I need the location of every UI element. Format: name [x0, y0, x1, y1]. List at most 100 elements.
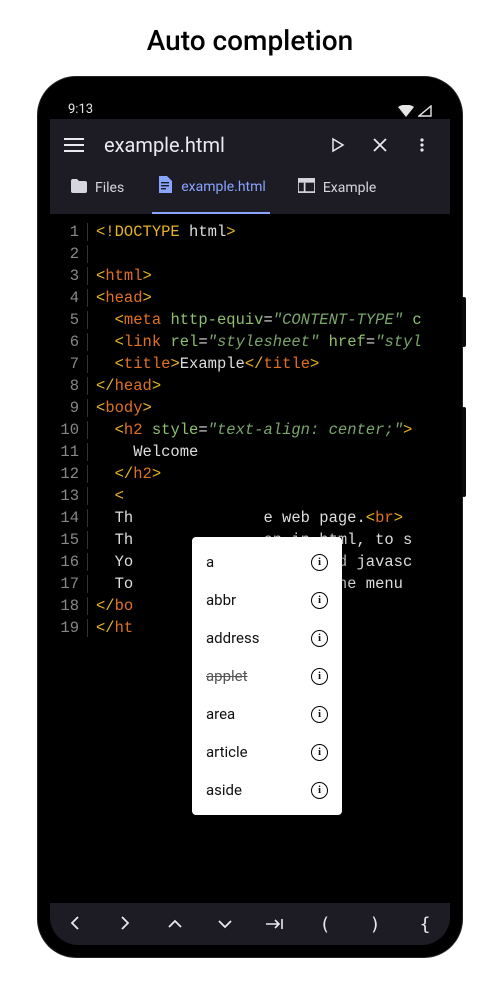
- menu-icon[interactable]: [64, 138, 84, 152]
- info-icon[interactable]: i: [311, 706, 328, 723]
- code-content: <body>: [88, 399, 152, 417]
- code-line[interactable]: 9<body>: [50, 397, 450, 419]
- tab-example[interactable]: example.html: [152, 171, 270, 214]
- autocomplete-label: address: [206, 629, 259, 647]
- app-title: example.html: [104, 133, 225, 157]
- line-number: 5: [50, 311, 88, 329]
- line-number: 15: [50, 531, 88, 549]
- info-icon[interactable]: i: [311, 782, 328, 799]
- tab-label: Example: [323, 180, 376, 196]
- code-line[interactable]: 5 <meta http-equiv="CONTENT-TYPE" c: [50, 309, 450, 331]
- code-line[interactable]: 2: [50, 243, 450, 265]
- info-icon[interactable]: i: [311, 668, 328, 685]
- code-content: <title>Example</title>: [88, 355, 319, 373]
- tab-preview[interactable]: Example: [294, 171, 380, 214]
- symbol-key[interactable]: [105, 914, 145, 935]
- code-content: </ht: [88, 619, 133, 637]
- close-icon: [372, 137, 388, 153]
- more-vertical-icon: [414, 137, 430, 153]
- autocomplete-item[interactable]: appleti: [192, 657, 342, 695]
- code-line[interactable]: 8</head>: [50, 375, 450, 397]
- code-editor[interactable]: 1<!DOCTYPE html>23<html>4<head>5 <meta h…: [50, 215, 450, 903]
- line-number: 18: [50, 597, 88, 615]
- symbol-key[interactable]: [155, 914, 195, 935]
- code-content: Th e web page.<br>: [88, 509, 403, 527]
- code-content: </head>: [88, 377, 161, 395]
- chevron-left-icon: [69, 916, 81, 930]
- symbol-key[interactable]: ): [355, 914, 395, 935]
- tab-icon: [265, 918, 285, 930]
- symbol-key[interactable]: [205, 914, 245, 935]
- code-line[interactable]: 7 <title>Example</title>: [50, 353, 450, 375]
- code-line[interactable]: 3<html>: [50, 265, 450, 287]
- autocomplete-item[interactable]: area i: [192, 695, 342, 733]
- code-content: <h2 style="text-align: center;">: [88, 421, 412, 439]
- autocomplete-label: abbr: [206, 591, 236, 609]
- status-bar: 9:13: [50, 89, 450, 119]
- line-number: 19: [50, 619, 88, 637]
- play-icon: [330, 137, 346, 153]
- preview-icon: [298, 177, 315, 198]
- code-content: </h2>: [88, 465, 161, 483]
- tab-files[interactable]: Files: [66, 171, 128, 214]
- info-icon[interactable]: i: [311, 744, 328, 761]
- line-number: 9: [50, 399, 88, 417]
- info-icon[interactable]: i: [311, 554, 328, 571]
- symbol-key[interactable]: [255, 914, 295, 935]
- info-icon[interactable]: i: [311, 630, 328, 647]
- line-number: 8: [50, 377, 88, 395]
- line-number: 14: [50, 509, 88, 527]
- code-content: </bo: [88, 597, 133, 615]
- autocomplete-popup: aiabbriaddressiappletiareaiarticleiaside…: [192, 537, 342, 815]
- autocomplete-item[interactable]: aside i: [192, 771, 342, 809]
- code-line[interactable]: 14 Th e web page.<br>: [50, 507, 450, 529]
- line-number: 16: [50, 553, 88, 571]
- symbol-key[interactable]: {: [405, 914, 445, 935]
- code-content: <: [88, 487, 124, 505]
- symbol-key[interactable]: [55, 914, 95, 935]
- symbol-key[interactable]: (: [305, 914, 345, 935]
- phone-side-button: [462, 297, 466, 347]
- line-number: 1: [50, 223, 88, 241]
- line-number: 2: [50, 245, 88, 263]
- autocomplete-label: aside: [206, 781, 242, 799]
- autocomplete-item[interactable]: address i: [192, 619, 342, 657]
- code-content: <!DOCTYPE html>: [88, 223, 236, 241]
- line-number: 17: [50, 575, 88, 593]
- info-icon[interactable]: i: [311, 592, 328, 609]
- line-number: 11: [50, 443, 88, 461]
- line-number: 6: [50, 333, 88, 351]
- code-line[interactable]: 12 </h2>: [50, 463, 450, 485]
- autocomplete-label: article: [206, 743, 248, 761]
- autocomplete-item[interactable]: ai: [192, 543, 342, 581]
- code-line[interactable]: 4<head>: [50, 287, 450, 309]
- wifi-icon: [398, 105, 414, 117]
- code-content: <head>: [88, 289, 152, 307]
- chevron-up-icon: [168, 918, 182, 930]
- line-number: 4: [50, 289, 88, 307]
- line-number: 3: [50, 267, 88, 285]
- more-button[interactable]: [408, 131, 436, 159]
- line-number: 7: [50, 355, 88, 373]
- code-line[interactable]: 10 <h2 style="text-align: center;">: [50, 419, 450, 441]
- phone-screen: 9:13 example.html Filesexample.ht: [50, 89, 450, 945]
- code-content: <meta http-equiv="CONTENT-TYPE" c: [88, 311, 422, 329]
- close-button[interactable]: [366, 131, 394, 159]
- tab-label: Files: [95, 180, 124, 196]
- code-line[interactable]: 13 <: [50, 485, 450, 507]
- folder-icon: [70, 177, 87, 198]
- tab-bar: Files example.html Example: [50, 171, 450, 215]
- signal-icon: [418, 105, 432, 117]
- chevron-right-icon: [119, 916, 131, 930]
- autocomplete-item[interactable]: abbr i: [192, 581, 342, 619]
- autocomplete-item[interactable]: article i: [192, 733, 342, 771]
- code-content: Welcome: [88, 443, 198, 461]
- code-line[interactable]: 11 Welcome: [50, 441, 450, 463]
- phone-frame: 9:13 example.html Filesexample.ht: [38, 77, 462, 957]
- status-time: 9:13: [68, 102, 93, 117]
- autocomplete-label: area: [206, 705, 235, 723]
- code-line[interactable]: 6 <link rel="stylesheet" href="styl: [50, 331, 450, 353]
- run-button[interactable]: [324, 131, 352, 159]
- code-line[interactable]: 1<!DOCTYPE html>: [50, 221, 450, 243]
- page-heading: Auto completion: [0, 0, 500, 77]
